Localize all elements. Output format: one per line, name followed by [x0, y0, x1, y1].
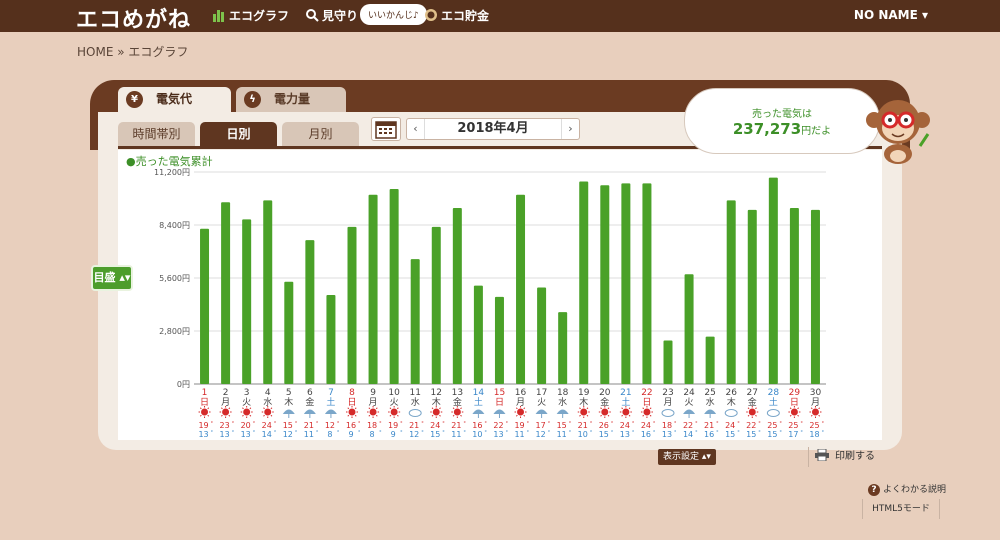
- mood-bubble: いいかんじ♪: [360, 4, 427, 25]
- help-label: よくわかる説明: [883, 485, 947, 495]
- print-button[interactable]: 印刷する: [808, 447, 875, 467]
- search-icon: [306, 9, 319, 22]
- printer-icon: [815, 448, 829, 462]
- tab-label: 電気代: [156, 92, 193, 106]
- nav-label: エコグラフ: [229, 9, 290, 23]
- sold-label: 売った電気は: [752, 109, 812, 120]
- user-menu[interactable]: NO NAME ▾: [854, 8, 928, 22]
- next-month-button[interactable]: ›: [561, 119, 579, 139]
- tab-hourly[interactable]: 時間帯別: [118, 122, 195, 146]
- monkey-mascot-icon: [866, 100, 930, 164]
- breadcrumb[interactable]: HOME » エコグラフ: [77, 43, 188, 60]
- scale-button[interactable]: 目盛 ▴▾: [91, 265, 133, 291]
- print-label: 印刷する: [835, 451, 875, 462]
- lightning-icon: ϟ: [244, 91, 261, 108]
- month-navigator: ‹ 2018年4月 ›: [406, 118, 580, 140]
- tab-daily[interactable]: 日別: [200, 122, 277, 146]
- prev-month-button[interactable]: ‹: [407, 119, 425, 139]
- bar-chart-icon: [213, 10, 224, 22]
- display-settings-button[interactable]: 表示設定 ▴▾: [658, 449, 716, 465]
- nav-watch[interactable]: 見守り: [305, 7, 358, 24]
- coin-icon: [425, 9, 437, 21]
- sold-suffix: 円だよ: [801, 126, 832, 137]
- tab-electricity-cost[interactable]: ¥ 電気代: [118, 87, 231, 112]
- sold-amount: 237,273: [732, 120, 802, 138]
- calendar-icon: [375, 121, 397, 139]
- nav-eco-graph[interactable]: エコグラフ: [212, 7, 289, 24]
- question-icon: ?: [868, 484, 880, 496]
- tab-label: 電力量: [274, 92, 311, 106]
- app-logo[interactable]: エコめがね: [76, 2, 191, 34]
- nav-label: 見守り: [322, 9, 359, 23]
- tab-monthly[interactable]: 月別: [282, 122, 359, 146]
- html5-mode-link[interactable]: HTML5モード: [862, 499, 940, 519]
- nav-label: エコ貯金: [441, 9, 490, 23]
- help-link[interactable]: ? よくわかる説明: [868, 482, 946, 496]
- top-bar: エコめがね エコグラフ 見守り いいかんじ♪ エコ貯金 NO NAME ▾: [0, 0, 1000, 34]
- yen-icon: ¥: [126, 91, 143, 108]
- calendar-button[interactable]: [371, 117, 401, 141]
- tab-power-amount[interactable]: ϟ 電力量: [236, 87, 346, 112]
- sold-electricity-box: 売った電気は 237,273円だよ: [684, 88, 880, 154]
- chart-legend: ●売った電気累計: [126, 155, 213, 168]
- month-label: 2018年4月: [457, 121, 529, 136]
- nav-eco-savings[interactable]: エコ貯金: [424, 7, 489, 24]
- chart-area: [118, 150, 882, 440]
